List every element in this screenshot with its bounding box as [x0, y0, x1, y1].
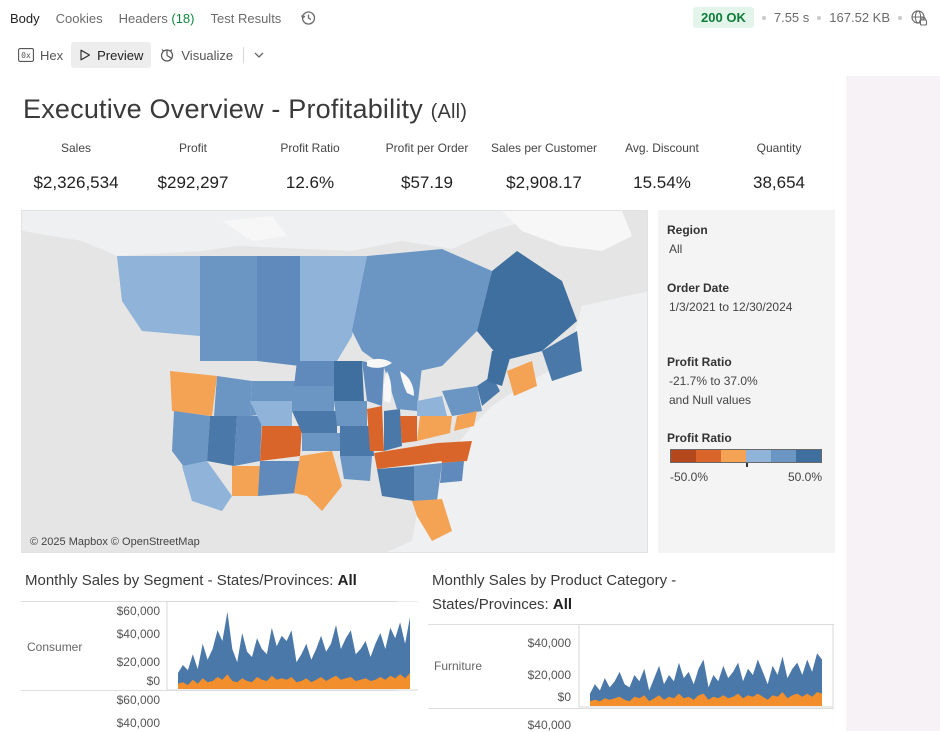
title-filter: (All)	[430, 101, 468, 123]
region-filter-label: Region	[667, 223, 708, 237]
kpi-label-sales: Sales	[60, 141, 92, 155]
segment-tick: $60,000	[116, 693, 160, 707]
legend-max: 50.0%	[787, 470, 822, 484]
separator-dot	[761, 15, 766, 20]
order-date-filter-value[interactable]: 1/3/2021 to 12/30/2024	[669, 300, 792, 314]
hex-button[interactable]: 0x Hex	[10, 42, 71, 68]
segment-tick: $20,000	[116, 655, 160, 669]
kpi-label-profit-per-order: Profit per Order	[385, 141, 469, 155]
map-attribution[interactable]: © 2025 Mapbox © OpenStreetMap	[30, 536, 200, 548]
tab-test-results-label: Test Results	[210, 10, 282, 26]
kpi-label-profit-ratio: Profit Ratio	[280, 141, 340, 155]
segment-area-chart[interactable]	[166, 601, 418, 731]
kpi-value-sales-per-customer: $2,908.17	[506, 173, 582, 192]
series-area-total[interactable]	[178, 611, 410, 689]
visualize-icon	[161, 49, 174, 62]
history-icon[interactable]	[299, 9, 317, 27]
map-graphic	[22, 211, 647, 552]
kpi-label-sales-per-customer: Sales per Customer	[490, 141, 598, 155]
segment-row-label: Consumer	[27, 640, 83, 654]
filters-panel: Region All Order Date 1/3/2021 to 12/30/…	[658, 210, 835, 553]
row-divider	[21, 690, 397, 691]
profit-ratio-map[interactable]: © 2025 Mapbox © OpenStreetMap	[21, 210, 648, 553]
category-tick: $20,000	[527, 668, 571, 682]
divider	[243, 47, 245, 63]
play-icon	[80, 49, 91, 61]
legend-swatch	[746, 450, 771, 462]
separator-dot	[898, 15, 902, 20]
category-chart-title-bold: All	[552, 596, 573, 613]
category-tick: $40,000	[527, 636, 571, 650]
kpi-value-profit: $292,297	[157, 173, 229, 192]
side-panel	[846, 76, 940, 731]
legend-swatch	[721, 450, 746, 462]
segment-chart-title: Monthly Sales by Segment - States/Provin…	[25, 572, 357, 589]
tab-test-results[interactable]: Test Results	[211, 0, 282, 36]
legend-title: Profit Ratio	[667, 431, 732, 445]
category-tick: $0	[557, 690, 571, 704]
legend-swatch	[796, 450, 821, 462]
category-chart-title-text: States/Provinces:	[432, 596, 549, 613]
kpi-label-avg-discount: Avg. Discount	[625, 141, 699, 155]
view-mode-bar: 0x Hex Preview Visualize	[0, 40, 274, 70]
legend-min: -50.0%	[670, 470, 709, 484]
category-chart-title-line1: Monthly Sales by Product Category -	[432, 572, 677, 589]
separator-dot	[817, 15, 822, 20]
segment-chart-title-bold: All	[337, 572, 357, 589]
tab-headers[interactable]: Headers (18)	[119, 0, 195, 36]
visualize-button[interactable]: Visualize	[151, 42, 241, 68]
tab-body[interactable]: Body	[10, 0, 40, 36]
segment-tick: $40,000	[116, 716, 160, 730]
tab-headers-count: (18)	[171, 10, 195, 26]
legend-swatch	[696, 450, 721, 462]
svg-text:0x: 0x	[21, 51, 31, 60]
category-tick: $40,000	[527, 718, 571, 732]
title-text: Executive Overview - Profitability	[23, 94, 423, 124]
response-time[interactable]: 7.55 s	[774, 10, 809, 25]
preview-button[interactable]: Preview	[71, 42, 152, 68]
kpi-label-profit: Profit	[178, 141, 207, 155]
category-row-label: Furniture	[434, 659, 483, 673]
page-title: Executive Overview - Profitability (All)	[23, 94, 467, 125]
category-area-chart[interactable]	[578, 624, 834, 731]
legend-swatch	[671, 450, 696, 462]
row-divider	[428, 708, 834, 709]
tab-cookies[interactable]: Cookies	[56, 0, 103, 36]
kpi-value-sales: $2,326,534	[33, 173, 119, 192]
visualize-label: Visualize	[181, 47, 234, 63]
profit-ratio-filter-range[interactable]: -21.7% to 37.0%	[669, 374, 758, 388]
response-meta: 200 OK 7.55 s 167.52 KB	[693, 7, 928, 28]
chevron-down-icon	[254, 52, 264, 58]
kpi-value-quantity: 38,654	[753, 173, 805, 192]
segment-tick: $0	[146, 674, 160, 688]
tab-cookies-label: Cookies	[55, 10, 103, 26]
response-size[interactable]: 167.52 KB	[829, 10, 890, 25]
hex-icon: 0x	[18, 48, 34, 62]
category-chart-title-line2: States/Provinces: All	[432, 596, 572, 613]
preview-label: Preview	[97, 47, 144, 63]
kpi-value-profit-per-order: $57.19	[401, 173, 453, 192]
legend-swatch	[771, 450, 796, 462]
profit-ratio-filter-label: Profit Ratio	[667, 355, 732, 369]
kpi-value-profit-ratio: 12.6%	[285, 173, 335, 192]
segment-chart-title-text: Monthly Sales by Segment - States/Provin…	[25, 572, 334, 589]
visualize-dropdown[interactable]	[250, 42, 274, 68]
hex-label: Hex	[40, 47, 64, 63]
order-date-filter-label: Order Date	[667, 281, 730, 295]
network-globe-icon[interactable]	[910, 9, 928, 27]
color-legend	[670, 449, 822, 463]
tab-body-label: Body	[10, 10, 40, 26]
legend-marker	[746, 463, 748, 467]
kpi-label-quantity: Quantity	[756, 141, 802, 155]
status-badge[interactable]: 200 OK	[693, 7, 754, 28]
segment-tick: $60,000	[116, 604, 160, 618]
segment-tick: $40,000	[116, 627, 160, 641]
tab-headers-label: Headers	[118, 10, 168, 26]
profit-ratio-filter-null: and Null values	[669, 393, 752, 407]
kpi-value-avg-discount: 15.54%	[633, 173, 691, 192]
region-filter-value[interactable]: All	[669, 242, 682, 256]
